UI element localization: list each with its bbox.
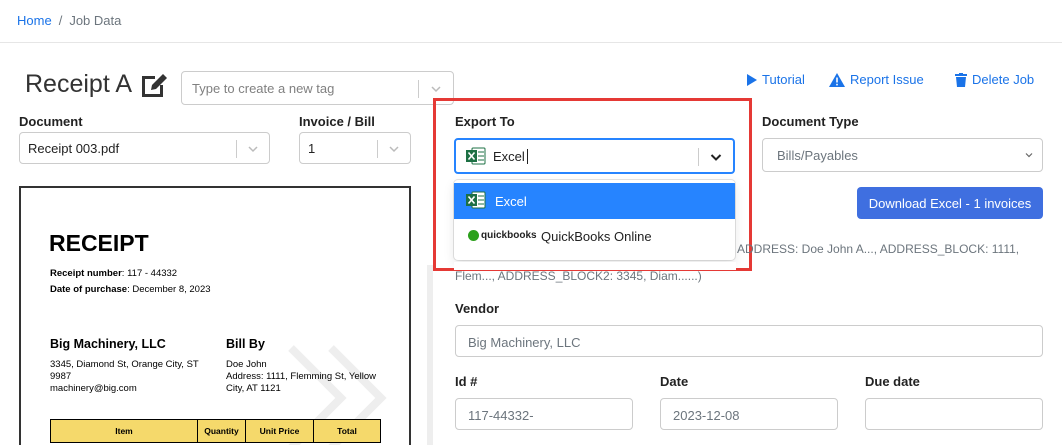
bill-by-heading: Bill By [226, 337, 265, 351]
extracted-summary-line2: Flem..., ADDRESS_BLOCK2: 3345, Diam.....… [455, 269, 702, 283]
breadcrumb-current: Job Data [69, 13, 122, 28]
warning-icon [829, 72, 845, 87]
invoice-select-value: 1 [308, 141, 316, 156]
receipt-number-label: Receipt number [50, 268, 122, 279]
date-field[interactable]: 2023-12-08 [660, 398, 838, 430]
breadcrumb-home-link[interactable]: Home [17, 13, 52, 28]
document-type-value: Bills/Payables [777, 148, 858, 163]
table-header-total: Total [337, 426, 357, 436]
table-header-item: Item [51, 420, 198, 442]
document-select[interactable]: Receipt 003.pdf [19, 132, 270, 164]
document-type-select[interactable]: Bills/Payables [762, 138, 1043, 172]
report-issue-link[interactable]: Report Issue [829, 72, 924, 87]
highlight-box [433, 98, 752, 271]
date-value: 2023-12-08 [673, 408, 740, 423]
chevron-down-icon[interactable] [1024, 150, 1034, 160]
breadcrumb: Home / Job Data [17, 13, 121, 28]
receipt-preview: RECEIPT Receipt number: 117 - 44332 Date… [19, 186, 411, 445]
receipt-date-label: Date of purchase [50, 284, 128, 295]
id-field[interactable]: 117-44332- [455, 398, 633, 430]
delete-job-label: Delete Job [972, 72, 1035, 87]
bill-by-address-line2: City, AT 1121 [226, 383, 281, 394]
id-value: 117-44332- [468, 408, 534, 423]
breadcrumb-separator: / [58, 13, 63, 28]
play-icon [747, 73, 757, 86]
header-divider [0, 42, 1062, 43]
document-label: Document [19, 114, 83, 129]
seller-email: machinery@big.com [50, 383, 137, 394]
seller-address-line1: 3345, Diamond St, Orange City, ST [50, 359, 199, 370]
seller-address-line2: 9987 [50, 371, 72, 382]
delete-job-link[interactable]: Delete Job [955, 72, 1034, 87]
download-excel-button[interactable]: Download Excel - 1 invoices [857, 187, 1043, 219]
panel-divider[interactable] [427, 265, 433, 445]
table-header-unit-price: Unit Price [246, 420, 314, 442]
table-header-quantity: Quantity [198, 420, 246, 442]
document-select-divider [236, 140, 237, 158]
dropdown-overlap-mask [454, 262, 736, 270]
extracted-summary-line1: ADDRESS: Doe John A..., ADDRESS_BLOCK: 1… [737, 242, 1020, 256]
bill-by-name: Doe John [226, 359, 267, 370]
vendor-field[interactable]: Big Machinery, LLC [455, 325, 1043, 357]
report-issue-label: Report Issue [850, 72, 924, 87]
chevron-down-icon[interactable] [387, 142, 401, 156]
seller-name: Big Machinery, LLC [50, 337, 166, 351]
receipt-title: RECEIPT [49, 230, 149, 256]
vendor-value: Big Machinery, LLC [468, 335, 581, 350]
chevron-down-icon[interactable] [246, 142, 260, 156]
vendor-label: Vendor [455, 301, 500, 316]
invoice-select[interactable]: 1 [299, 132, 411, 164]
receipt-number-value: : 117 - 44332 [121, 268, 178, 279]
tag-input[interactable]: Type to create a new tag [181, 71, 454, 105]
date-label: Date [660, 374, 689, 389]
receipt-table-header: Item Quantity Unit Price Total [50, 419, 381, 443]
tag-input-placeholder: Type to create a new tag [192, 81, 335, 96]
document-select-value: Receipt 003.pdf [28, 141, 120, 156]
tutorial-label: Tutorial [762, 72, 805, 87]
tutorial-link[interactable]: Tutorial [746, 72, 805, 87]
document-type-label: Document Type [762, 114, 859, 129]
bill-by-address-line1: Address: 1111, Flemming St, Yellow [226, 371, 376, 382]
page-title: Receipt A [25, 70, 133, 98]
id-label: Id # [455, 374, 478, 389]
chevron-down-icon[interactable] [429, 82, 443, 96]
trash-icon [955, 72, 967, 87]
due-date-label: Due date [865, 374, 920, 389]
invoice-label: Invoice / Bill [299, 114, 375, 129]
receipt-date-value: : December 8, 2023 [127, 284, 211, 295]
tag-input-divider [418, 80, 419, 98]
receipt-number: Receipt number: 117 - 44332 [50, 268, 177, 279]
receipt-date: Date of purchase: December 8, 2023 [50, 284, 211, 295]
due-date-field[interactable] [865, 398, 1043, 430]
edit-icon[interactable] [139, 70, 169, 98]
invoice-select-divider [377, 140, 378, 158]
